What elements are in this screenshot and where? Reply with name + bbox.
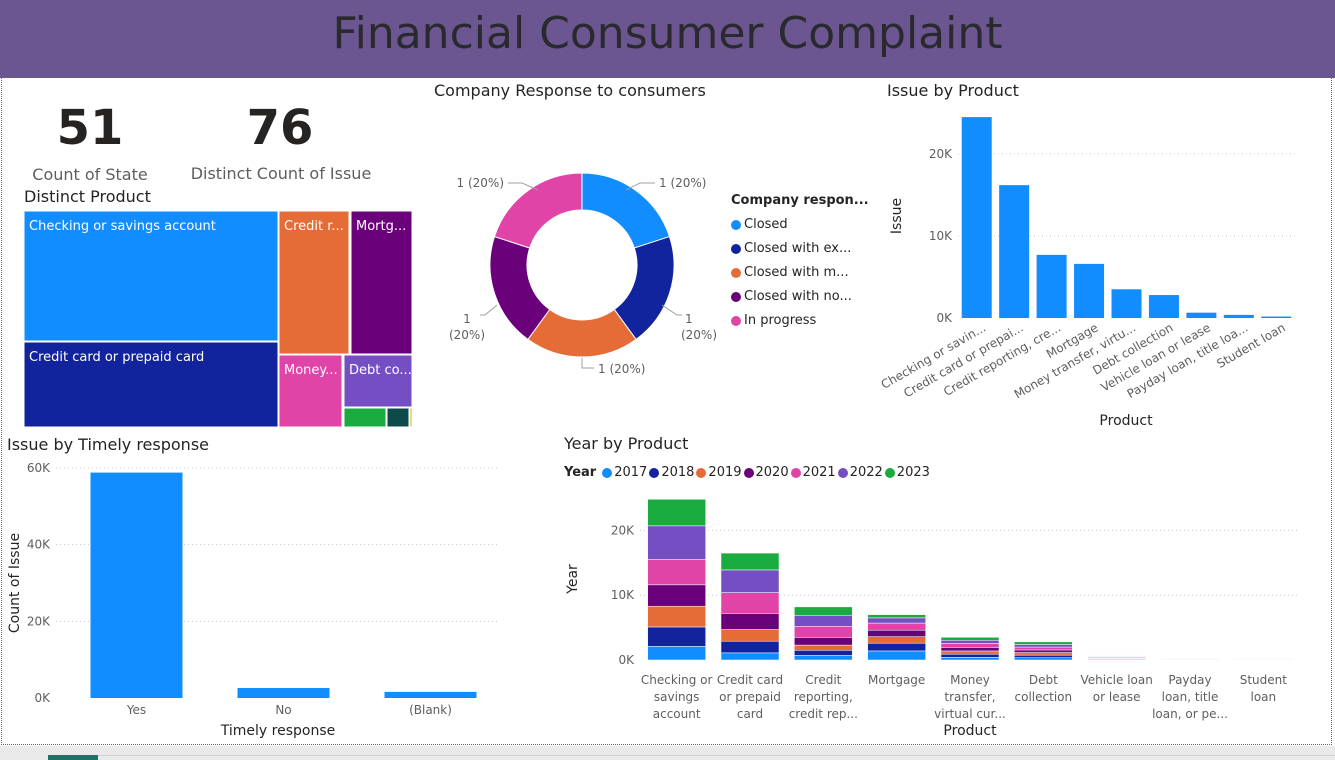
ybp-bar-segment[interactable] — [940, 647, 1000, 652]
ybp-xaxis-title: Product — [943, 723, 997, 739]
ybp-bar-segment[interactable] — [1014, 654, 1073, 658]
ybp-bar-segment[interactable] — [647, 605, 706, 628]
ybp-xtick-label: Student loan — [1240, 673, 1288, 704]
ybp-bar-segment[interactable] — [794, 650, 853, 656]
ybp-bar-segment[interactable] — [720, 613, 780, 630]
ybp-ytick-label: 0K — [618, 653, 635, 667]
ybp-bar-segment[interactable] — [720, 652, 780, 661]
ybp-bar-segment[interactable] — [794, 626, 853, 638]
ybp-bar-segment[interactable] — [720, 569, 780, 593]
ybp-bar-segment[interactable] — [940, 637, 1000, 641]
ybp-xtick-label: Credit reporting, credit rep... — [789, 673, 858, 721]
ybp-bar-segment[interactable] — [720, 640, 780, 654]
page-tab[interactable] — [48, 755, 98, 760]
ybp-bar-segment[interactable] — [647, 626, 706, 647]
ybp-bar-segment[interactable] — [867, 642, 926, 652]
ybp-bar-segment[interactable] — [720, 592, 780, 614]
ybp-bar-segment[interactable] — [794, 606, 853, 616]
ybp-bar-segment[interactable] — [940, 650, 1000, 655]
ybp-bar-segment[interactable] — [940, 657, 1000, 661]
ybp-bar-segment[interactable] — [720, 629, 780, 642]
ybp-xtick-label: Checking or savings account — [641, 673, 713, 721]
ybp-bar-segment[interactable] — [867, 622, 926, 631]
ybp-bar-segment[interactable] — [720, 552, 780, 571]
ybp-bar-segment[interactable] — [940, 639, 1000, 644]
ybp-yaxis-title: Year — [565, 564, 581, 595]
ybp-bar-segment[interactable] — [647, 584, 706, 607]
ybp-bar-segment[interactable] — [794, 655, 853, 661]
ybp-bar-segment[interactable] — [1014, 641, 1073, 645]
ybp-bar-segment[interactable] — [867, 614, 926, 619]
ybp-xtick-label: Money transfer, virtual cur... — [934, 673, 1006, 721]
ybp-bar-segment[interactable] — [1014, 644, 1073, 648]
ybp-ytick-label: 10K — [611, 588, 635, 602]
ybp-bar-segment[interactable] — [1014, 649, 1073, 653]
ybp-bar-segment[interactable] — [794, 644, 853, 651]
ybp-xtick-label: Mortgage — [868, 673, 925, 687]
ybp-bar-segment[interactable] — [1014, 657, 1073, 661]
page-tab-bar — [0, 746, 1335, 760]
ybp-xtick-label: Debt collection — [1015, 673, 1073, 704]
ybp-xtick-label: Payday loan, title loan, or pe... — [1152, 673, 1228, 721]
ybp-xtick-label: Credit card or prepaid card — [717, 673, 783, 721]
ybp-bar-segment[interactable] — [794, 615, 853, 627]
tab-bar-divider — [98, 755, 1335, 756]
ybp-bar-segment[interactable] — [940, 643, 1000, 648]
ybp-bar-segment[interactable] — [867, 650, 926, 661]
ybp-bar-segment[interactable] — [940, 653, 1000, 658]
ybp-bar-segment[interactable] — [867, 629, 926, 637]
ybp-bar-segment[interactable] — [647, 559, 706, 586]
ybp-bar-segment[interactable] — [867, 617, 926, 624]
year-by-product-chart[interactable]: 0K 10K 20K Checking or savings accountCredit … — [0, 0, 1335, 760]
ybp-bar-segment[interactable] — [647, 525, 706, 560]
ybp-bar-segment[interactable] — [647, 499, 706, 527]
ybp-xtick-label: Vehicle loan or lease — [1080, 673, 1152, 704]
ybp-ytick-label: 20K — [611, 523, 635, 537]
ybp-bar-segment[interactable] — [867, 636, 926, 644]
ybp-bar-segment[interactable] — [794, 637, 853, 646]
ybp-bar-segment[interactable] — [1014, 652, 1073, 656]
ybp-bar-segment[interactable] — [1014, 646, 1073, 651]
ybp-bar-segment[interactable] — [647, 646, 706, 661]
